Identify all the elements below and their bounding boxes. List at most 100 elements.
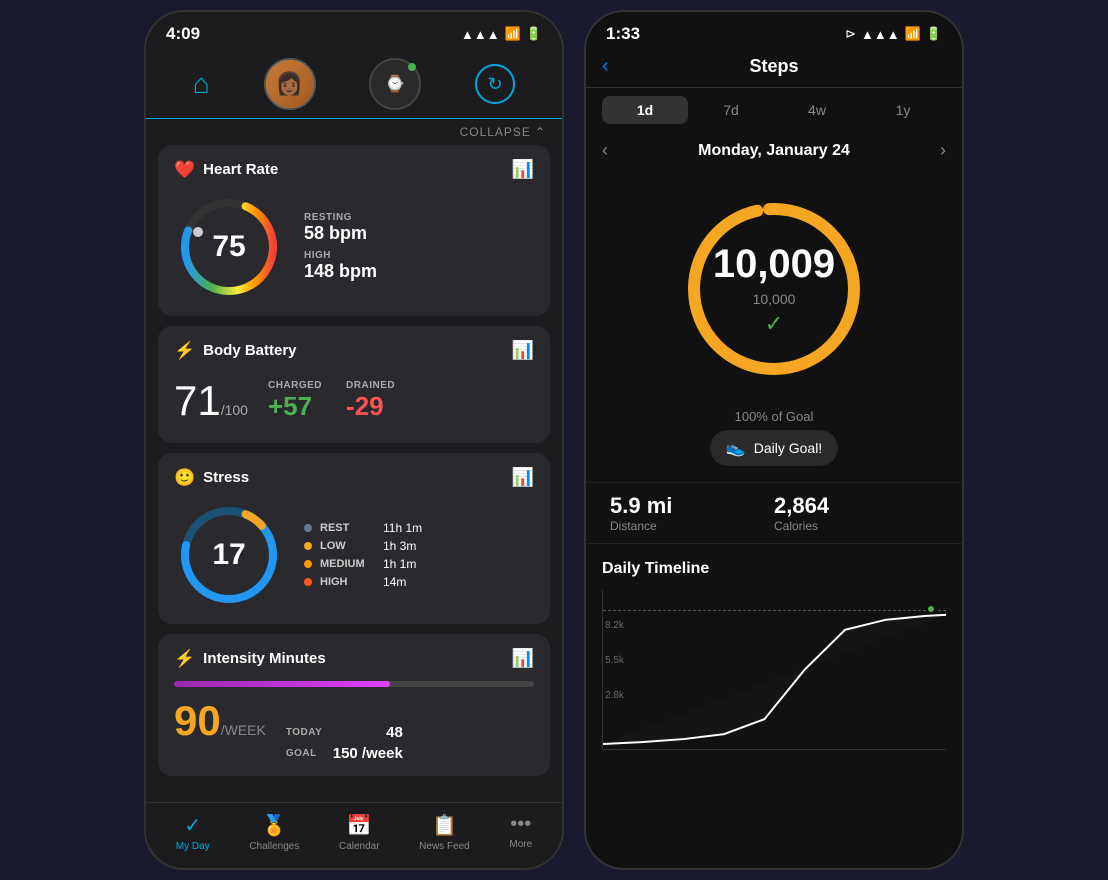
- hr-resting-row: RESTING 58 bpm: [304, 212, 377, 244]
- stress-title: 🙂 Stress: [174, 468, 249, 488]
- intensity-header: ⚡ Intensity Minutes 📊: [174, 648, 534, 669]
- intensity-body: 90/WEEK TODAY 48 GOAL 150 /week: [174, 681, 534, 762]
- goal-button-icon: 👟: [726, 438, 746, 458]
- daily-goal-label: Daily Goal!: [754, 440, 822, 456]
- next-date-button[interactable]: ›: [940, 140, 946, 161]
- chart-icon-intensity[interactable]: 📊: [512, 648, 534, 669]
- wifi-icon-right: 📶: [905, 26, 921, 42]
- nav-item-calendar[interactable]: 📅 Calendar: [339, 813, 380, 852]
- body-battery-outof: /100: [221, 402, 248, 418]
- body-battery-value-wrap: 71/100: [174, 377, 248, 425]
- intensity-unit: /WEEK: [221, 722, 266, 738]
- challenges-icon: 🏅: [262, 813, 287, 838]
- stress-legend-rest: REST 11h 1m: [304, 521, 422, 535]
- steps-header: ‹ Steps: [586, 50, 962, 88]
- nav-home[interactable]: ⌂: [193, 68, 210, 100]
- home-icon: ⌂: [193, 68, 210, 100]
- resting-value: 58 bpm: [304, 223, 377, 244]
- resting-label: RESTING: [304, 212, 377, 223]
- signal-icon: ▲▲▲: [461, 27, 500, 42]
- back-button[interactable]: ‹: [602, 55, 609, 78]
- heart-rate-gauge: 75: [174, 192, 284, 302]
- heart-rate-stats: RESTING 58 bpm HIGH 148 bpm: [304, 212, 377, 282]
- sync-button[interactable]: ↻: [475, 64, 515, 104]
- tab-7d[interactable]: 7d: [688, 96, 774, 124]
- daily-timeline-title: Daily Timeline: [602, 560, 946, 578]
- stress-header: 🙂 Stress 📊: [174, 467, 534, 488]
- intensity-minutes-card: ⚡ Intensity Minutes 📊 90/WEEK TODAY: [158, 634, 550, 776]
- prev-date-button[interactable]: ‹: [602, 140, 608, 161]
- distance-label: Distance: [610, 519, 774, 533]
- chart-icon-stress[interactable]: 📊: [512, 467, 534, 488]
- more-label: More: [509, 839, 532, 850]
- calories-value: 2,864: [774, 493, 938, 519]
- stress-legend-medium: MEDIUM 1h 1m: [304, 557, 422, 571]
- watch-icon: ⌚: [385, 74, 405, 94]
- tab-bar: 1d 7d 4w 1y: [586, 88, 962, 132]
- bottom-nav: ✓ My Day 🏅 Challenges 📅 Calendar 📋 News …: [146, 802, 562, 868]
- hr-high-row: HIGH 148 bpm: [304, 250, 377, 282]
- tab-1d[interactable]: 1d: [602, 96, 688, 124]
- body-battery-label: Body Battery: [203, 342, 296, 359]
- stats-row: 5.9 mi Distance 2,864 Calories: [586, 482, 962, 544]
- calendar-icon: 📅: [347, 813, 372, 838]
- steps-ring-wrap: 10,009 10,000 ✓: [586, 169, 962, 409]
- location-icon: ⊳: [845, 26, 856, 42]
- steps-chart: 8.2k 5.5k 2.8k: [602, 590, 946, 750]
- stress-legend-low: LOW 1h 3m: [304, 539, 422, 553]
- body-battery-value: 71: [174, 377, 221, 424]
- today-value: 48: [386, 724, 403, 741]
- steps-pct: 100% of Goal: [586, 409, 962, 430]
- body-battery-title: ⚡ Body Battery: [174, 341, 297, 361]
- collapse-bar: COLLAPSE ⌃: [146, 119, 562, 145]
- charged-value: +57: [268, 391, 322, 422]
- tab-4w-label: 4w: [808, 102, 826, 118]
- stress-gauge: 17: [174, 500, 284, 610]
- intensity-value: 90: [174, 697, 221, 744]
- status-bar-right: 1:33 ⊳ ▲▲▲ 📶 🔋: [586, 12, 962, 50]
- steps-goal: 10,000: [753, 291, 796, 307]
- nav-item-myday[interactable]: ✓ My Day: [176, 813, 210, 852]
- low-time: 1h 3m: [383, 539, 416, 553]
- low-label: LOW: [320, 540, 375, 552]
- chart-icon-bb[interactable]: 📊: [512, 340, 534, 361]
- nav-item-newsfeed[interactable]: 📋 News Feed: [419, 813, 470, 852]
- medium-dot: [304, 560, 312, 568]
- status-icons-right: ⊳ ▲▲▲ 📶 🔋: [845, 26, 942, 42]
- high-label: HIGH: [304, 250, 377, 261]
- avatar-image: 👩🏾: [266, 58, 314, 110]
- stress-body: 17 REST 11h 1m LOW 1h 3m MED: [174, 500, 534, 610]
- nav-item-more[interactable]: ••• More: [509, 813, 532, 852]
- body-battery-icon: ⚡: [174, 341, 195, 361]
- daily-goal-button[interactable]: 👟 Daily Goal!: [710, 430, 838, 466]
- drained-stat: DRAINED -29: [346, 380, 395, 422]
- intensity-stats: TODAY 48 GOAL 150 /week: [286, 724, 403, 762]
- heart-rate-body: 75 RESTING 58 bpm HIGH 148 bpm: [174, 192, 534, 302]
- body-battery-stats: CHARGED +57 DRAINED -29: [268, 380, 395, 422]
- watch-icon-wrap[interactable]: ⌚: [369, 58, 421, 110]
- nav-item-challenges[interactable]: 🏅 Challenges: [249, 813, 299, 852]
- tab-1y[interactable]: 1y: [860, 96, 946, 124]
- more-icon: •••: [510, 813, 531, 836]
- intensity-label: Intensity Minutes: [203, 650, 326, 667]
- body-battery-header: ⚡ Body Battery 📊: [174, 340, 534, 361]
- drained-value: -29: [346, 391, 395, 422]
- intensity-icon: ⚡: [174, 649, 195, 669]
- intensity-value-wrap: 90/WEEK: [174, 697, 266, 745]
- collapse-button[interactable]: COLLAPSE ⌃: [460, 125, 546, 139]
- tab-7d-label: 7d: [723, 102, 739, 118]
- heart-rate-value: 75: [212, 230, 245, 264]
- stress-legend: REST 11h 1m LOW 1h 3m MEDIUM 1h 1m: [304, 521, 422, 589]
- chart-icon-hr[interactable]: 📊: [512, 159, 534, 180]
- avatar[interactable]: 👩🏾: [264, 58, 316, 110]
- steps-check-icon: ✓: [765, 311, 783, 337]
- distance-stat: 5.9 mi Distance: [610, 493, 774, 533]
- stress-legend-high: HIGH 14m: [304, 575, 422, 589]
- scroll-content[interactable]: ❤️ Heart Rate 📊: [146, 145, 562, 802]
- heart-rate-card-header: ❤️ Heart Rate 📊: [174, 159, 534, 180]
- goal-stat-row: GOAL 150 /week: [286, 745, 403, 762]
- high-time: 14m: [383, 575, 406, 589]
- charged-label: CHARGED: [268, 380, 322, 391]
- steps-ring-content: 10,009 10,000 ✓: [713, 242, 835, 337]
- tab-4w[interactable]: 4w: [774, 96, 860, 124]
